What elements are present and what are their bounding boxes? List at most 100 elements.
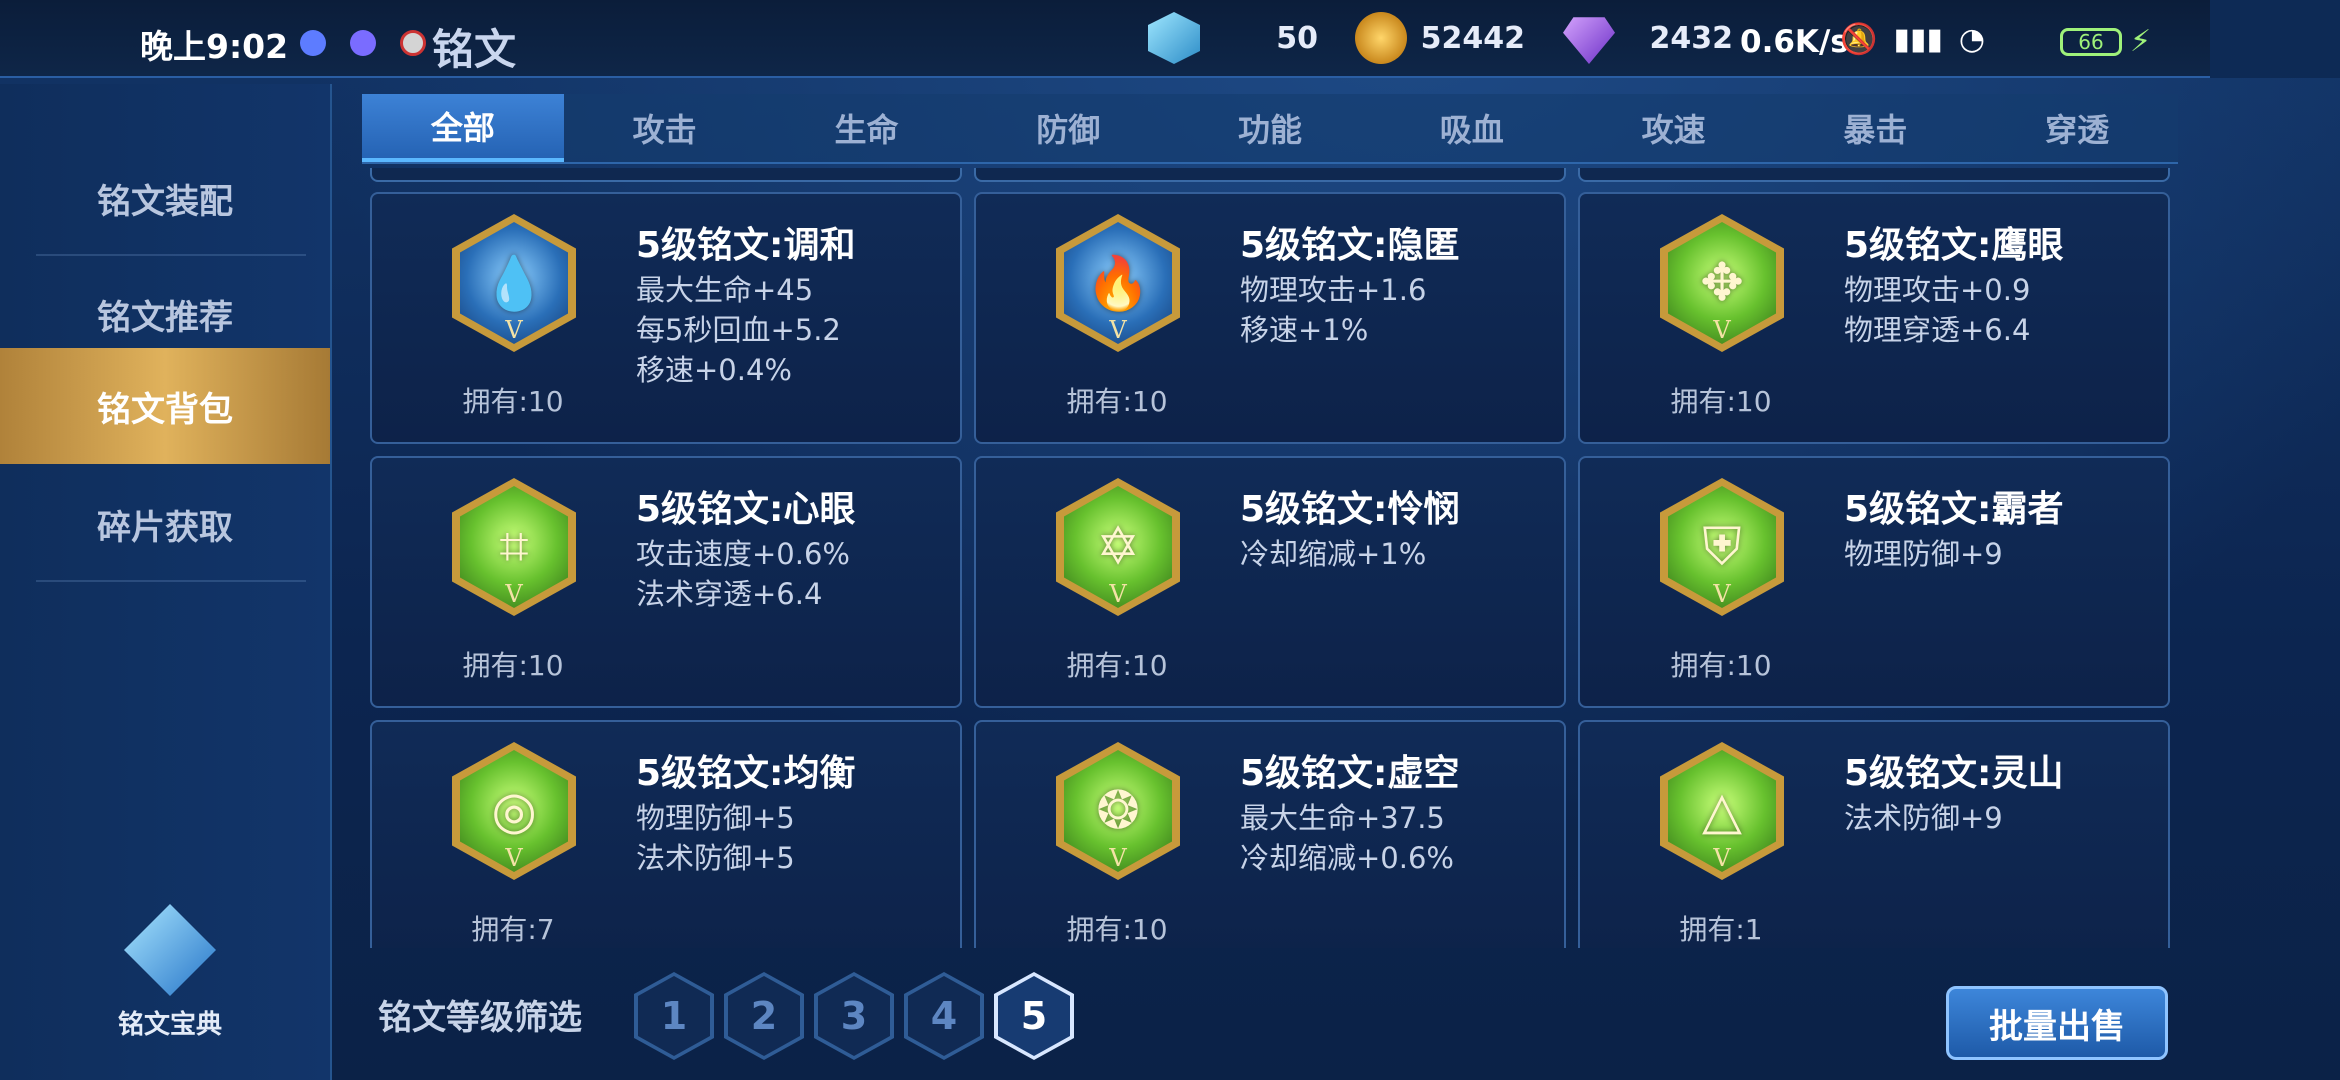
rune-title: 5级铭文:调和 xyxy=(636,225,856,266)
currency-gold[interactable]: 52442 xyxy=(1355,10,1525,66)
rune-stat-line: 最大生命+45 xyxy=(636,273,814,307)
currency-crystal[interactable]: 50 xyxy=(1148,10,1318,66)
rune-glyph-icon: ✡ xyxy=(1096,517,1140,577)
sidebar-item-rune-equip[interactable]: 铭文装配 xyxy=(0,140,330,256)
sidebar-item-rune-bag[interactable]: 铭文背包 xyxy=(0,348,330,464)
currency-value: 50 xyxy=(1276,20,1318,56)
rune-level-mark: V xyxy=(1713,580,1731,608)
rune-stat-line: 物理穿透+6.4 xyxy=(1844,313,2031,347)
book-icon xyxy=(123,904,216,996)
tab-attack-speed[interactable]: 攻速 xyxy=(1573,94,1775,162)
currency-value: 52442 xyxy=(1420,20,1525,56)
page-title: 铭文 xyxy=(432,25,517,74)
rune-card[interactable]: ✥ V 5级铭文:鹰眼 物理攻击+0.9 物理穿透+6.4 拥有:10 xyxy=(1578,192,2170,444)
rune-card[interactable]: ⛨ V 5级铭文:霸者 物理防御+9 拥有:10 xyxy=(1578,456,2170,708)
rune-title: 5级铭文:均衡 xyxy=(636,753,856,794)
level-filter-1[interactable]: 1 xyxy=(634,972,714,1060)
rune-level-mark: V xyxy=(1109,580,1127,608)
battery-icon: 66 xyxy=(2060,28,2122,56)
rune-glyph-icon: ⛨ xyxy=(1702,516,1742,577)
rune-stat-line: 物理防御+9 xyxy=(1844,537,2003,571)
rune-glyph-icon: ❂ xyxy=(1096,781,1140,841)
rune-emblem-icon: ✡ V xyxy=(1056,478,1180,616)
rune-stats: 物理防御+5 法术防御+5 xyxy=(636,798,795,878)
app-notification-icon xyxy=(300,30,326,56)
top-bar-edge xyxy=(2210,0,2340,78)
level-filter-label: 铭文等级筛选 xyxy=(378,998,582,1038)
rune-stat-line: 冷却缩减+1% xyxy=(1240,537,1427,571)
level-filter-4[interactable]: 4 xyxy=(904,972,984,1060)
rune-codex-button[interactable]: 铭文宝典 xyxy=(118,904,222,1041)
net-speed: 0.6K/s xyxy=(1740,24,1849,60)
tab-health[interactable]: 生命 xyxy=(766,94,968,162)
level-filter-3[interactable]: 3 xyxy=(814,972,894,1060)
rune-owned-count: 拥有:10 xyxy=(1066,385,1168,418)
top-bar: 晚上9:02 铭文 50 52442 2432 0.6K/s 🔕 ▮▮▮ ◔ 6… xyxy=(0,0,2210,78)
rune-card[interactable]: ◎ V 5级铭文:均衡 物理防御+5 法术防御+5 拥有:7 xyxy=(370,720,962,948)
rune-grid[interactable]: 💧 V 5级铭文:调和 最大生命+45 每5秒回血+5.2 移速+0.4% 拥有:10 🔥 V 5… xyxy=(362,168,2178,948)
level-filter-5[interactable]: 5 xyxy=(994,972,1074,1060)
tab-penetration[interactable]: 穿透 xyxy=(1976,94,2178,162)
currency-gem[interactable]: 2432 xyxy=(1563,10,1733,66)
app-notification-icon xyxy=(400,30,426,56)
gold-coin-icon xyxy=(1355,12,1407,64)
rune-glyph-icon: ✥ xyxy=(1700,253,1744,313)
rune-owned-count: 拥有:10 xyxy=(1066,649,1168,682)
rune-emblem-icon: ◎ V xyxy=(452,742,576,880)
rune-emblem-icon: ✥ V xyxy=(1660,214,1784,352)
rune-glyph-icon: ⌗ xyxy=(499,516,529,577)
rune-stats: 攻击速度+0.6% 法术穿透+6.4 xyxy=(636,534,850,614)
rune-level-mark: V xyxy=(1713,316,1731,344)
rune-stats: 物理防御+9 xyxy=(1844,534,2003,574)
rune-stat-line: 最大生命+37.5 xyxy=(1240,801,1445,835)
rune-card[interactable]: 🔥 V 5级铭文:隐匿 物理攻击+1.6 移速+1% 拥有:10 xyxy=(974,192,1566,444)
rune-glyph-icon: ◎ xyxy=(491,781,537,841)
rune-title: 5级铭文:霸者 xyxy=(1844,489,2064,530)
card-stub xyxy=(370,168,962,182)
tab-all[interactable]: 全部 xyxy=(362,94,564,162)
rune-stats: 冷却缩减+1% xyxy=(1240,534,1426,574)
rune-stats: 物理攻击+1.6 移速+1% xyxy=(1240,270,1426,350)
rune-level-mark: V xyxy=(505,844,523,872)
rune-stat-line: 攻击速度+0.6% xyxy=(636,537,850,571)
rune-stats: 物理攻击+0.9 物理穿透+6.4 xyxy=(1844,270,2030,350)
rune-level-mark: V xyxy=(1713,844,1731,872)
status-time: 晚上9:02 xyxy=(140,27,289,66)
rune-owned-count: 拥有:10 xyxy=(1670,385,1772,418)
rune-stats: 法术防御+9 xyxy=(1844,798,2003,838)
rune-stat-line: 物理攻击+1.6 xyxy=(1240,273,1427,307)
tab-critical[interactable]: 暴击 xyxy=(1774,94,1976,162)
rune-title: 5级铭文:怜悯 xyxy=(1240,489,1460,530)
tab-lifesteal[interactable]: 吸血 xyxy=(1371,94,1573,162)
card-stub xyxy=(1578,168,2170,182)
rune-owned-count: 拥有:1 xyxy=(1679,913,1763,946)
rune-title: 5级铭文:虚空 xyxy=(1240,753,1460,794)
category-tabs: 全部 攻击 生命 防御 功能 吸血 攻速 暴击 穿透 xyxy=(362,94,2178,164)
tab-utility[interactable]: 功能 xyxy=(1169,94,1371,162)
rune-card[interactable]: ❂ V 5级铭文:虚空 最大生命+37.5 冷却缩减+0.6% 拥有:10 xyxy=(974,720,1566,948)
level-filter-2[interactable]: 2 xyxy=(724,972,804,1060)
codex-label: 铭文宝典 xyxy=(117,1010,223,1040)
rune-level-mark: V xyxy=(1109,316,1127,344)
rune-card[interactable]: 💧 V 5级铭文:调和 最大生命+45 每5秒回血+5.2 移速+0.4% 拥有:10 xyxy=(370,192,962,444)
rune-stat-line: 法术防御+9 xyxy=(1844,801,2003,835)
rune-card[interactable]: △ V 5级铭文:灵山 法术防御+9 拥有:1 xyxy=(1578,720,2170,948)
batch-sell-button[interactable]: 批量出售 xyxy=(1946,986,2168,1060)
rune-title: 5级铭文:心眼 xyxy=(636,489,856,530)
rune-glyph-icon: △ xyxy=(1702,781,1742,841)
rune-owned-count: 拥有:10 xyxy=(1066,913,1168,946)
tab-defense[interactable]: 防御 xyxy=(967,94,1169,162)
rune-owned-count: 拥有:7 xyxy=(471,913,555,946)
tab-attack[interactable]: 攻击 xyxy=(564,94,766,162)
rune-emblem-icon: ⛨ V xyxy=(1660,478,1784,616)
rune-stat-line: 法术穿透+6.4 xyxy=(636,577,823,611)
rune-card[interactable]: ✡ V 5级铭文:怜悯 冷却缩减+1% 拥有:10 xyxy=(974,456,1566,708)
rune-title: 5级铭文:鹰眼 xyxy=(1844,225,2064,266)
rune-stat-line: 移速+1% xyxy=(1240,313,1369,347)
rune-card[interactable]: ⌗ V 5级铭文:心眼 攻击速度+0.6% 法术穿透+6.4 拥有:10 xyxy=(370,456,962,708)
sidebar-item-fragments[interactable]: 碎片获取 xyxy=(0,466,330,582)
rune-emblem-icon: △ V xyxy=(1660,742,1784,880)
wifi-icon: ◔ xyxy=(1958,22,1986,57)
rune-owned-count: 拥有:10 xyxy=(1670,649,1772,682)
rune-stat-line: 移速+0.4% xyxy=(636,353,792,387)
